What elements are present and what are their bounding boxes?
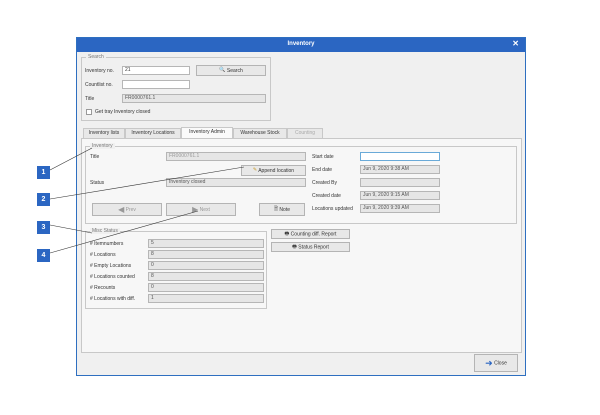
inventory-no-label: Inventory no. xyxy=(85,68,114,74)
get-tray-label: Get tray xyxy=(95,109,113,115)
annotation-marker-4: 4 xyxy=(37,249,50,262)
inventory-admin-panel: Inventory Title FR0000761.1 ✎ Append loc… xyxy=(81,138,522,353)
inventory-closed-label: Inventory closed xyxy=(114,109,151,115)
next-button[interactable]: ▶ Next xyxy=(166,203,236,216)
close-icon[interactable]: ✕ xyxy=(512,39,519,48)
created-by-field xyxy=(360,178,440,187)
title-bar: Inventory ✕ xyxy=(77,38,525,52)
window-title: Inventory xyxy=(287,41,315,47)
misc-status-label: # Locations xyxy=(90,252,116,258)
search-icon: 🔍 xyxy=(219,67,226,73)
next-label: Next xyxy=(199,206,210,213)
status-field: Inventory closed xyxy=(166,178,306,187)
status-label: Status xyxy=(90,180,105,186)
status-report-label: Status Report xyxy=(298,244,329,251)
tab-counting: Counting xyxy=(287,128,323,138)
start-date-label: Start date xyxy=(312,154,334,160)
countlist-no-label: Countlist no. xyxy=(85,82,113,88)
misc-status-label: # Itemnumbers xyxy=(90,241,124,247)
get-tray-checkbox[interactable] xyxy=(86,109,92,115)
search-button-label: Search xyxy=(226,67,243,74)
tab-inventory-admin[interactable]: Inventory Admin xyxy=(181,127,233,138)
search-button[interactable]: 🔍 Search xyxy=(196,65,266,76)
inventory-window: Inventory ✕ Search Inventory no. 21 🔍 Se… xyxy=(76,37,526,376)
misc-status-group: Misc Status # Itemnumbers 5 # Locations … xyxy=(85,228,267,309)
created-by-label: Created By xyxy=(312,180,338,186)
created-date-label: Created date xyxy=(312,193,341,199)
inventory-group: Inventory Title FR0000761.1 ✎ Append loc… xyxy=(85,143,517,224)
pencil-icon: ✎ xyxy=(252,167,258,173)
misc-status-label: # Empty Locations xyxy=(90,263,132,269)
exit-icon: ➜ xyxy=(485,358,493,368)
created-date-field: Jun 9, 2020 9:15 AM xyxy=(360,191,440,200)
inventory-title-label: Title xyxy=(90,154,100,160)
end-date-label: End date xyxy=(312,167,333,173)
misc-status-value: 0 xyxy=(148,283,264,292)
tab-warehouse-stock[interactable]: Warehouse Stock xyxy=(233,128,287,138)
inventory-title-field: FR0000761.1 xyxy=(166,152,306,161)
prev-button[interactable]: ◀ Prev xyxy=(92,203,162,216)
note-button[interactable]: 🗎 Note xyxy=(259,203,305,216)
printer-icon: 🖶 xyxy=(292,244,297,250)
append-location-button[interactable]: ✎ Append location xyxy=(241,165,306,176)
misc-status-value: 8 xyxy=(148,250,264,259)
inventory-group-title: Inventory xyxy=(90,143,115,149)
title-field: FR0000761.1 xyxy=(122,94,266,103)
note-label: Note xyxy=(279,206,290,213)
locations-updated-label: Locations updated xyxy=(312,206,353,212)
misc-status-label: # Locations with diff. xyxy=(90,296,136,302)
title-label: Title xyxy=(85,96,95,102)
annotation-marker-3: 3 xyxy=(37,221,50,234)
countlist-no-input[interactable] xyxy=(122,80,190,89)
misc-status-value: 5 xyxy=(148,239,264,248)
arrow-right-icon: ▶ xyxy=(192,205,199,214)
start-date-field[interactable] xyxy=(360,152,440,161)
prev-label: Prev xyxy=(125,206,136,213)
misc-status-group-title: Misc Status xyxy=(90,228,120,234)
misc-status-label: # Locations counted xyxy=(90,274,135,280)
annotation-marker-2: 2 xyxy=(37,193,50,206)
close-button-label: Close xyxy=(494,360,507,367)
locations-updated-field: Jun 9, 2020 9:39 AM xyxy=(360,204,440,213)
end-date-field: Jun 9, 2020 9:38 AM xyxy=(360,165,440,174)
misc-status-value: 1 xyxy=(148,294,264,303)
printer-icon: 🖶 xyxy=(284,231,290,237)
inventory-no-input[interactable]: 21 xyxy=(122,66,190,75)
append-location-label: Append location xyxy=(258,167,295,174)
arrow-left-icon: ◀ xyxy=(118,205,125,214)
counting-diff-report-button[interactable]: 🖶 Counting diff. Report xyxy=(271,229,350,239)
tab-inventory-lists[interactable]: Inventory lists xyxy=(83,128,125,138)
counting-diff-report-label: Counting diff. Report xyxy=(290,231,337,238)
note-icon: 🗎 xyxy=(274,206,279,212)
misc-status-value: 8 xyxy=(148,272,264,281)
search-group-title: Search xyxy=(86,54,106,60)
annotation-marker-1: 1 xyxy=(37,166,50,179)
close-button[interactable]: ➜ Close xyxy=(474,354,518,372)
status-report-button[interactable]: 🖶 Status Report xyxy=(271,242,350,252)
search-group: Search Inventory no. 21 🔍 Search Countli… xyxy=(81,54,271,121)
tab-inventory-locations[interactable]: Inventory Locations xyxy=(125,128,181,138)
misc-status-value: 0 xyxy=(148,261,264,270)
misc-status-label: # Recounts xyxy=(90,285,116,291)
